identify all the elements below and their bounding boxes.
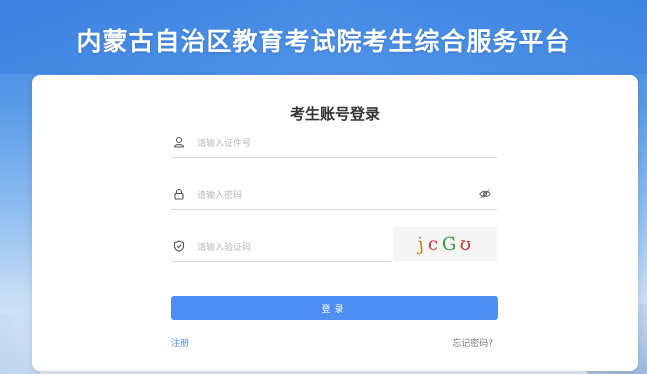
forgot-password-link[interactable]: 忘记密码? bbox=[452, 336, 493, 349]
lock-icon bbox=[174, 188, 184, 200]
shield-check-icon bbox=[173, 240, 185, 252]
user-icon bbox=[173, 136, 185, 148]
captcha-char: c bbox=[427, 233, 439, 255]
login-button[interactable]: 登录 bbox=[171, 296, 498, 320]
login-title: 考生账号登录 bbox=[289, 105, 380, 123]
eye-hidden-icon[interactable] bbox=[479, 189, 491, 199]
captcha-char: j bbox=[417, 233, 426, 255]
page-title: 内蒙古自治区教育考试院考生综合服务平台 bbox=[76, 27, 571, 56]
password-field bbox=[171, 183, 497, 210]
login-card: 考生账号登录 jcGʊ 登录 注册 忘记密码? bbox=[32, 75, 638, 371]
captcha-field bbox=[171, 235, 449, 262]
captcha-image[interactable]: jcGʊ bbox=[393, 227, 497, 261]
captcha-char: ʊ bbox=[459, 232, 474, 256]
password-input[interactable] bbox=[195, 186, 449, 206]
captcha-char: G bbox=[441, 233, 457, 255]
register-link[interactable]: 注册 bbox=[171, 336, 189, 349]
id-number-input[interactable] bbox=[195, 134, 449, 154]
id-number-field bbox=[171, 131, 497, 158]
